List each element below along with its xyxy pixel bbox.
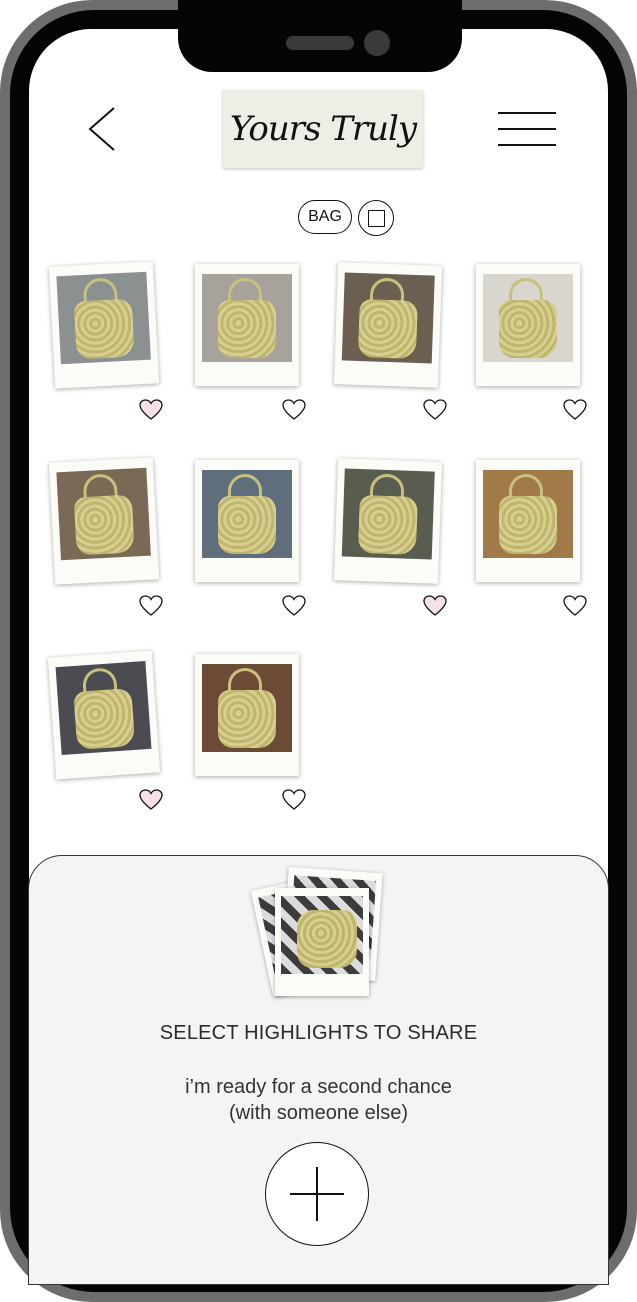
bag-photo <box>341 468 435 560</box>
back-button[interactable] <box>82 104 126 154</box>
polaroid-photo[interactable] <box>195 460 299 582</box>
category-chip-bag[interactable]: BAG <box>298 200 352 234</box>
logo-text: Yours Truly <box>229 109 417 149</box>
polaroid-photo[interactable] <box>333 458 443 584</box>
heart-icon[interactable] <box>281 788 307 812</box>
bag-image <box>499 496 557 554</box>
polaroid-photo[interactable] <box>476 460 580 582</box>
stack-card <box>275 888 369 996</box>
hamburger-line <box>498 144 556 146</box>
bag-photo <box>483 470 573 558</box>
add-button[interactable] <box>265 1142 369 1246</box>
menu-button[interactable] <box>498 110 556 148</box>
bag-image <box>73 688 136 750</box>
heart-icon[interactable] <box>138 594 164 618</box>
hamburger-menu-icon <box>498 112 556 114</box>
bag-photo <box>56 271 151 365</box>
bag-image <box>499 300 557 358</box>
bag-photo <box>56 467 151 561</box>
bag-photo <box>341 272 435 364</box>
caption-line-1: i’m ready for a second chance <box>185 1076 452 1098</box>
polaroid-photo[interactable] <box>48 457 160 585</box>
heart-icon[interactable] <box>422 398 448 422</box>
polaroid-photo[interactable] <box>48 261 160 389</box>
polaroid-photo[interactable] <box>333 262 443 388</box>
heart-icon[interactable] <box>562 594 588 618</box>
polaroid-photo[interactable] <box>47 650 161 780</box>
bag-image <box>357 495 418 555</box>
hamburger-line <box>498 128 556 130</box>
heart-icon[interactable] <box>138 398 164 422</box>
heart-icon[interactable] <box>281 398 307 422</box>
bag-image <box>73 494 135 556</box>
polaroid-photo[interactable] <box>195 264 299 386</box>
caption-line-2: (with someone else) <box>229 1102 408 1124</box>
speaker-icon <box>286 36 354 50</box>
polaroid-photo[interactable] <box>195 654 299 776</box>
bag-photo <box>202 470 292 558</box>
bag-image <box>73 298 135 360</box>
bag-image <box>218 690 276 748</box>
brand-logo[interactable]: Yours Truly <box>223 90 423 168</box>
bag-photo <box>483 274 573 362</box>
bag-image <box>218 496 276 554</box>
bag-photo <box>297 910 357 968</box>
share-title: SELECT HIGHLIGHTS TO SHARE <box>159 1022 478 1044</box>
bag-photo <box>202 274 292 362</box>
bag-photo <box>202 664 292 752</box>
heart-icon[interactable] <box>562 398 588 422</box>
bag-image <box>357 299 418 359</box>
highlights-stack <box>250 866 385 1000</box>
heart-icon[interactable] <box>422 594 448 618</box>
heart-icon[interactable] <box>281 594 307 618</box>
polaroid-photo[interactable] <box>476 264 580 386</box>
bag-photo <box>55 660 152 756</box>
stack-photo <box>281 896 363 974</box>
heart-icon[interactable] <box>138 788 164 812</box>
bag-image <box>218 300 276 358</box>
view-toggle-button[interactable] <box>358 200 394 236</box>
camera-icon <box>364 30 390 56</box>
chevron-left-icon <box>88 107 115 151</box>
